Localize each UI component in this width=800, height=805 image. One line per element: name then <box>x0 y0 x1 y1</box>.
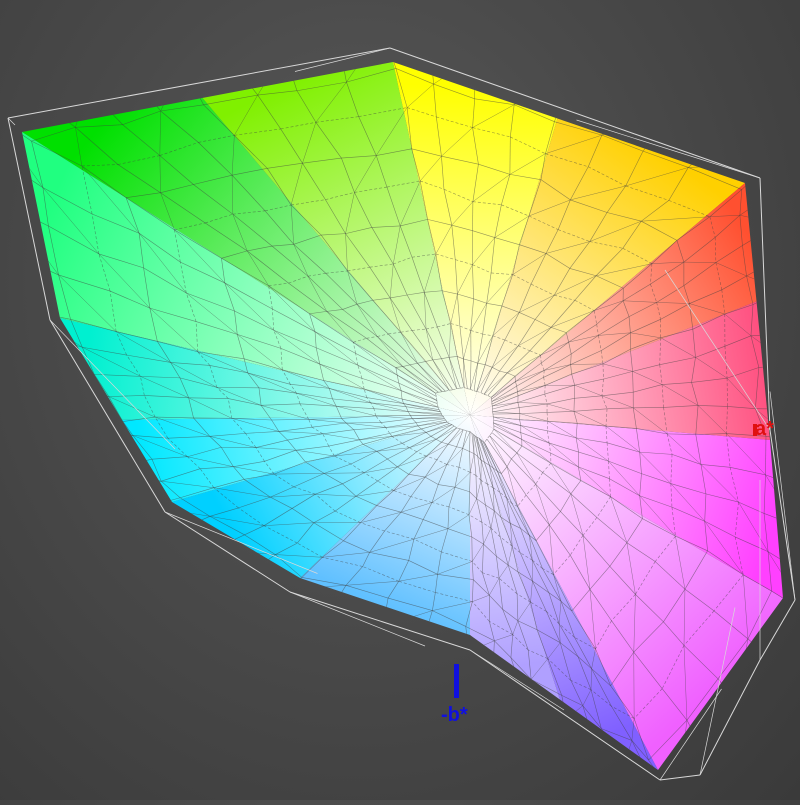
mesh-edge <box>554 88 566 122</box>
mesh-edge <box>135 78 161 111</box>
mesh-edge <box>94 435 133 443</box>
mesh-edge <box>778 224 779 259</box>
mesh-edge <box>687 720 703 751</box>
mesh-edge <box>468 652 493 668</box>
mesh-edge <box>289 577 302 589</box>
mesh-edge <box>284 41 338 52</box>
mesh-edge <box>73 389 86 420</box>
mesh-edge <box>519 679 531 684</box>
mesh-edge <box>73 389 109 396</box>
mesh-edge <box>7 206 18 257</box>
mesh-edge <box>26 311 44 336</box>
mesh-edge <box>86 420 94 443</box>
mesh-edge <box>519 684 540 705</box>
mesh-edge <box>788 409 794 441</box>
mesh-edge <box>44 336 56 369</box>
mesh-edge <box>18 257 26 311</box>
b-axis-tick <box>454 664 459 698</box>
mesh-edge <box>183 64 204 104</box>
gamut-plot: a* -b* <box>0 0 800 800</box>
mesh-edge <box>94 443 111 468</box>
mesh-edge <box>566 719 593 740</box>
mesh-edge <box>56 368 94 374</box>
mesh-edge <box>520 77 567 88</box>
mesh-edge <box>30 95 75 128</box>
mesh-edge <box>593 740 625 762</box>
mesh-edge <box>783 290 789 334</box>
mesh-edge <box>213 549 252 570</box>
mesh-edge <box>759 365 792 367</box>
mesh-edge <box>788 365 792 409</box>
mesh-edge <box>0 95 30 113</box>
mesh-edge <box>339 29 383 40</box>
mesh-edge <box>514 77 520 105</box>
mesh-edge <box>111 459 152 468</box>
gamut-color-surface <box>0 28 800 783</box>
mesh-edge <box>131 481 161 484</box>
mesh-edge <box>566 88 616 103</box>
mesh-edge <box>688 145 713 168</box>
b-axis-label: -b* <box>441 704 468 727</box>
mesh-edge <box>183 528 214 549</box>
mesh-edge <box>183 59 230 65</box>
mesh-edge <box>778 259 783 290</box>
mesh-edge <box>135 64 183 78</box>
mesh-edge <box>0 158 7 206</box>
mesh-edge <box>775 613 800 662</box>
mesh-edge <box>769 164 773 193</box>
mesh-edge <box>86 420 123 422</box>
mesh-edge <box>230 52 284 59</box>
mesh-edge <box>131 485 148 507</box>
mesh-edge <box>665 122 713 145</box>
mesh-edge <box>382 29 430 46</box>
mesh-edge <box>796 486 797 526</box>
mesh-edge <box>475 57 520 76</box>
mesh-edge <box>789 333 792 365</box>
mesh-edge <box>87 78 134 87</box>
mesh-edge <box>253 555 276 571</box>
mesh-edge <box>794 441 796 486</box>
mesh-edge <box>616 103 665 122</box>
outline-edge <box>660 775 700 780</box>
gamut-svg <box>0 0 800 800</box>
mesh-edge <box>753 290 783 305</box>
mesh-edge <box>56 368 72 389</box>
mesh-edge <box>431 47 475 58</box>
mesh-edge <box>30 88 87 95</box>
mesh-edge <box>742 164 769 189</box>
mesh-edge <box>111 468 131 484</box>
a-axis-label: a* <box>755 418 774 441</box>
mesh-edge <box>332 607 383 626</box>
mesh-edge <box>772 193 778 223</box>
mesh-edge <box>713 145 768 165</box>
mesh-edge <box>383 626 425 635</box>
mesh-edge <box>514 88 566 105</box>
